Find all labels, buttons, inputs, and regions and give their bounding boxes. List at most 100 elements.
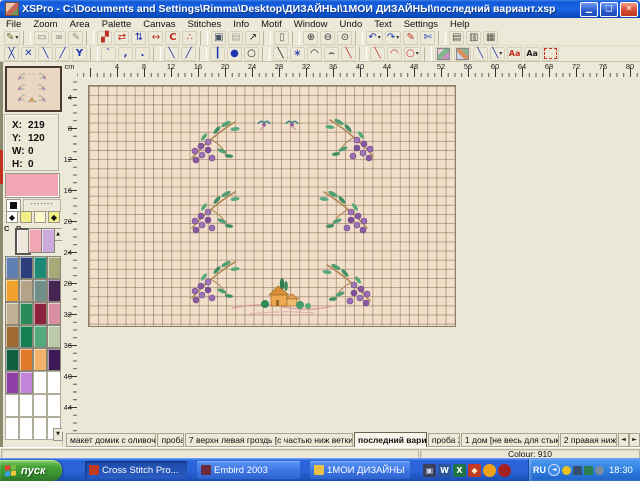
- blue-stitch-a[interactable]: ╲: [473, 47, 488, 61]
- palette-swatch-r2c1[interactable]: [5, 279, 19, 302]
- select-rectangle-tool[interactable]: ▭: [34, 31, 49, 45]
- palette-swatch-r8c1[interactable]: [5, 417, 19, 440]
- half-cross-back-stitch[interactable]: ╲: [38, 47, 53, 61]
- menu-info[interactable]: Info: [227, 19, 255, 30]
- screen-view-button[interactable]: ▣: [211, 31, 226, 45]
- diamond-white-button[interactable]: ◆: [6, 211, 18, 223]
- paste-file-button[interactable]: ▥: [466, 31, 481, 45]
- blue-stitch-b[interactable]: ╲▾: [490, 47, 505, 61]
- menu-undo[interactable]: Undo: [334, 19, 369, 30]
- palette-swatch-r7c2[interactable]: [19, 394, 33, 417]
- menu-canvas[interactable]: Canvas: [137, 19, 181, 30]
- ruler-button[interactable]: ▯: [274, 31, 289, 45]
- paste-new-button[interactable]: ▤: [449, 31, 464, 45]
- backstitch-right[interactable]: ╱: [181, 47, 196, 61]
- upright-stitch[interactable]: Y: [72, 47, 87, 61]
- bead-filled[interactable]: ●: [227, 47, 242, 61]
- motif-stamp-1[interactable]: [435, 47, 452, 61]
- featured-swatch-2[interactable]: [28, 228, 42, 253]
- palette-swatch-r7c3[interactable]: [33, 394, 47, 417]
- palette-swatch-r1c2[interactable]: [19, 256, 33, 279]
- palette-swatch-r1c3[interactable]: [33, 256, 47, 279]
- yellow-swatch-button[interactable]: [20, 211, 32, 223]
- petite-stitch-3[interactable]: .: [135, 47, 150, 61]
- menu-stitches[interactable]: Stitches: [181, 19, 227, 30]
- language-indicator[interactable]: RU: [533, 465, 546, 475]
- thick-backstitch-red[interactable]: ╲: [370, 47, 385, 61]
- palette-swatch-r4c4[interactable]: [47, 325, 61, 348]
- half-cross-fwd-stitch[interactable]: ╱: [55, 47, 70, 61]
- palette-swatch-r3c2[interactable]: [19, 302, 33, 325]
- text-tool-red[interactable]: Aa: [507, 47, 523, 61]
- minimize-button[interactable]: ▁: [580, 2, 598, 17]
- backstitch-red[interactable]: ╲: [341, 47, 356, 61]
- three-quarter-stitch[interactable]: ✕: [21, 47, 36, 61]
- menu-zoom[interactable]: Zoom: [27, 19, 63, 30]
- pen-button[interactable]: ✎: [403, 31, 418, 45]
- featured-swatch-3[interactable]: [41, 228, 55, 253]
- pattern-tab-7[interactable]: 2 правая ниж гр: [560, 433, 617, 447]
- palette-swatch-r5c4[interactable]: [47, 348, 61, 371]
- long-stitch[interactable]: ╲: [273, 47, 288, 61]
- recolor-stitches-button[interactable]: ▞: [97, 31, 112, 45]
- special-stitch[interactable]: ∗: [290, 47, 305, 61]
- palette-swatch-r4c3[interactable]: [33, 325, 47, 348]
- quicklaunch-icon-1[interactable]: ▣: [423, 464, 436, 477]
- taskbar-window-1[interactable]: Cross Stitch Pro...: [85, 461, 187, 479]
- pencil-tool[interactable]: ✎▾: [4, 31, 20, 45]
- pointer-button[interactable]: ↗: [245, 31, 260, 45]
- full-cross-stitch[interactable]: ╳: [4, 47, 19, 61]
- menu-text[interactable]: Text: [368, 19, 397, 30]
- pattern-tab-6[interactable]: 1 дом [не весь для стыковки]: [461, 433, 559, 447]
- menu-file[interactable]: File: [0, 19, 27, 30]
- palette-swatch-r2c3[interactable]: [33, 279, 47, 302]
- pattern-tab-2[interactable]: проба: [157, 433, 183, 447]
- motif-stamp-2[interactable]: [454, 47, 471, 61]
- palette-swatch-r8c2[interactable]: [19, 417, 33, 440]
- palette-swatch-r4c1[interactable]: [5, 325, 19, 348]
- quicklaunch-icon-6[interactable]: [498, 464, 511, 477]
- palette-swatch-r7c1[interactable]: [5, 394, 19, 417]
- cut-button[interactable]: ✄: [420, 31, 435, 45]
- start-button[interactable]: пуск: [0, 460, 62, 481]
- copy-area-button[interactable]: ⇄: [114, 31, 129, 45]
- palette-swatch-r2c2[interactable]: [19, 279, 33, 302]
- close-button[interactable]: ✕: [620, 2, 638, 17]
- taskbar-window-3[interactable]: 1МОИ ДИЗАЙНЫ: [310, 461, 410, 479]
- palette-swatch-r2c4[interactable]: [47, 279, 61, 302]
- freehand-stitch[interactable]: ⌢: [324, 47, 339, 61]
- zoom-in-button[interactable]: ⊕: [303, 31, 318, 45]
- scatter-button[interactable]: ∴: [182, 31, 197, 45]
- pale-yellow-swatch-button[interactable]: [34, 211, 46, 223]
- pattern-tab-1[interactable]: макет домик с оливочками: [66, 433, 156, 447]
- palette-swatch-r8c3[interactable]: [33, 417, 47, 440]
- menu-area[interactable]: Area: [64, 19, 96, 30]
- quicklaunch-icon-4[interactable]: ◆: [468, 464, 481, 477]
- palette-swatch-r6c3[interactable]: [33, 371, 47, 394]
- tabs-scroll-right-button[interactable]: ►: [629, 433, 640, 447]
- pattern-tab-4[interactable]: последний вариант: [354, 432, 427, 448]
- menu-help[interactable]: Help: [444, 19, 476, 30]
- palette-swatch-r6c1[interactable]: [5, 371, 19, 394]
- curve-red[interactable]: ◠: [387, 47, 402, 61]
- tray-icon-4[interactable]: [595, 466, 604, 475]
- bead-outline[interactable]: ○: [244, 47, 259, 61]
- print-button[interactable]: ▤: [228, 31, 243, 45]
- text-tool-black[interactable]: Aa: [524, 47, 540, 61]
- menu-window[interactable]: Window: [288, 19, 334, 30]
- menu-motif[interactable]: Motif: [255, 19, 288, 30]
- maximize-button[interactable]: ❑: [600, 2, 618, 17]
- pattern-tab-5[interactable]: проба 2: [428, 433, 460, 447]
- petite-stitch-1[interactable]: `: [101, 47, 116, 61]
- mirror-area-button[interactable]: ↔: [148, 31, 163, 45]
- rotate-area-button[interactable]: C: [165, 31, 180, 45]
- tray-icon-1[interactable]: [562, 466, 571, 475]
- palette-swatch-r3c3[interactable]: [33, 302, 47, 325]
- paste-rotate-button[interactable]: ▦: [483, 31, 498, 45]
- circle-outline-red[interactable]: ○▾: [404, 47, 421, 61]
- marquee-select[interactable]: [542, 47, 559, 61]
- select-pencil-tool[interactable]: ✎: [68, 31, 83, 45]
- tabs-scroll-left-button[interactable]: ◄: [618, 433, 629, 447]
- quicklaunch-icon-5[interactable]: [483, 464, 496, 477]
- palette-swatch-r6c2[interactable]: [19, 371, 33, 394]
